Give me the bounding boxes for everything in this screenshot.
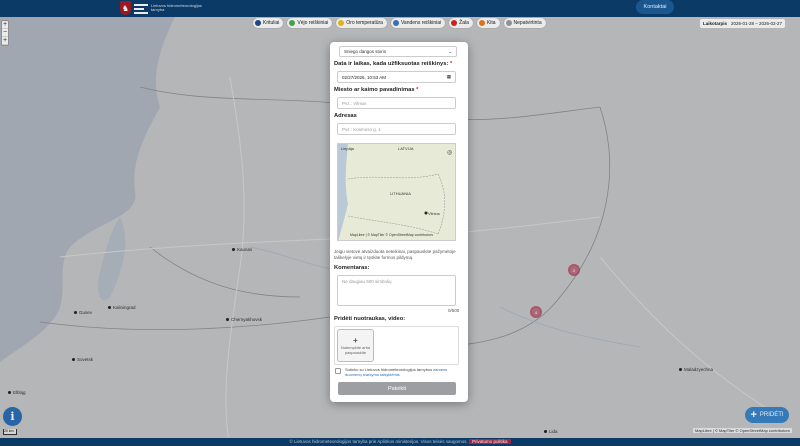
minimap-label: Vilnius — [428, 211, 440, 216]
consent-row: Sutinku su Lietuvos hidrometeorologijos … — [335, 367, 459, 377]
minimap-label: LITHUANIA — [390, 191, 411, 196]
comments-counter: 0/500 — [448, 308, 460, 313]
upload-label: Pridėti nuotraukas, video: — [334, 316, 406, 322]
address-input[interactable]: Pvz.: Kosmoso g. 1 — [337, 123, 456, 135]
location-help-text: Jeigu vietovė atvaizduota neteikinai, pa… — [334, 249, 456, 260]
datetime-input[interactable]: 02/27/2026, 10:53 AM ▦ — [337, 71, 456, 83]
upload-button[interactable]: + Nutempkite arba paspauskite — [337, 329, 374, 362]
minimap-attribution[interactable]: MapLibre | © MapTiler © OpenStreetMap co… — [350, 233, 433, 237]
minimap-label: Liepāja — [341, 146, 354, 151]
plus-icon: + — [353, 335, 358, 345]
comments-textarea[interactable]: Ne daugiau 500 simbolių — [337, 275, 456, 306]
calendar-icon[interactable]: ▦ — [447, 74, 451, 80]
submit-button[interactable]: Pateikti — [338, 382, 456, 395]
datetime-label: Data ir laikas, kada užfiksuotas reiškin… — [334, 61, 453, 67]
comments-label: Komentaras: — [334, 265, 370, 271]
minimap-label: LATVIJA — [398, 146, 414, 151]
chevron-down-icon: ⌄ — [448, 48, 452, 54]
consent-text: Sutinku su Lietuvos hidrometeorologijos … — [345, 367, 448, 377]
event-type-select[interactable]: Sniego dangos storis ⌄ — [339, 46, 457, 57]
consent-checkbox[interactable] — [335, 368, 341, 374]
geolocate-icon[interactable]: ◎ — [447, 149, 452, 156]
location-picker-map[interactable]: Liepāja LATVIJA LITHUANIA Vilnius ◎ MapL… — [337, 143, 456, 241]
address-label: Adresas — [334, 113, 357, 119]
city-label: Miesto ar kaimo pavadinimas * — [334, 87, 419, 93]
city-input[interactable]: Pvz.: Vilnius — [337, 97, 456, 109]
